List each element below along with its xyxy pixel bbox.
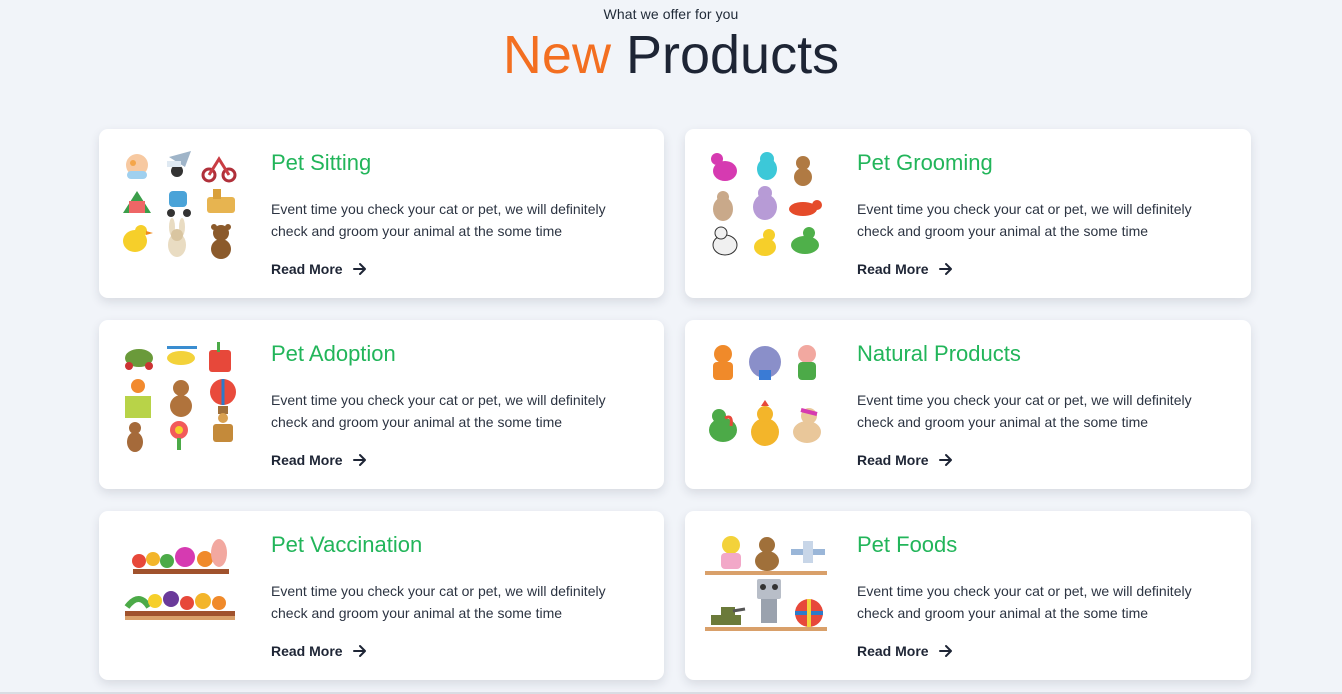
read-more-link[interactable]: Read More bbox=[271, 452, 367, 468]
read-more-label: Read More bbox=[857, 452, 929, 468]
read-more-link[interactable]: Read More bbox=[857, 452, 953, 468]
toy-grid-image bbox=[119, 149, 241, 265]
product-card-pet-sitting: Pet Sitting Event time you check your ca… bbox=[99, 129, 664, 298]
toy-grid-image bbox=[705, 149, 827, 265]
card-title: Natural Products bbox=[857, 341, 1021, 366]
read-more-link[interactable]: Read More bbox=[857, 643, 953, 659]
read-more-label: Read More bbox=[271, 452, 343, 468]
toy-shelf-image bbox=[705, 531, 827, 647]
toy-grid-image bbox=[705, 340, 827, 456]
read-more-label: Read More bbox=[857, 261, 929, 277]
card-description: Event time you check your cat or pet, we… bbox=[271, 392, 606, 430]
arrow-right-icon bbox=[352, 645, 366, 657]
section-title-accent: New bbox=[502, 25, 611, 85]
product-card-natural-products: Natural Products Event time you check yo… bbox=[685, 320, 1251, 489]
product-grid: Pet Sitting Event time you check your ca… bbox=[99, 129, 1251, 680]
section-title: New Products bbox=[0, 22, 1342, 88]
read-more-link[interactable]: Read More bbox=[271, 261, 367, 277]
card-description: Event time you check your cat or pet, we… bbox=[271, 201, 606, 239]
card-description: Event time you check your cat or pet, we… bbox=[857, 392, 1192, 430]
arrow-right-icon bbox=[938, 263, 952, 275]
toy-shelf-image bbox=[119, 531, 241, 647]
section-eyebrow: What we offer for you bbox=[603, 6, 739, 22]
product-card-pet-grooming: Pet Grooming Event time you check your c… bbox=[685, 129, 1251, 298]
card-title: Pet Sitting bbox=[271, 150, 372, 175]
product-card-pet-adoption: Pet Adoption Event time you check your c… bbox=[99, 320, 664, 489]
card-title: Pet Vaccination bbox=[271, 532, 423, 557]
arrow-right-icon bbox=[352, 454, 366, 466]
arrow-right-icon bbox=[938, 645, 952, 657]
read-more-label: Read More bbox=[271, 261, 343, 277]
section-title-rest: Products bbox=[625, 25, 840, 85]
read-more-label: Read More bbox=[271, 643, 343, 659]
read-more-label: Read More bbox=[857, 643, 929, 659]
arrow-right-icon bbox=[352, 263, 366, 275]
read-more-link[interactable]: Read More bbox=[857, 261, 953, 277]
toy-grid-image bbox=[119, 340, 241, 456]
card-title: Pet Adoption bbox=[271, 341, 396, 366]
card-description: Event time you check your cat or pet, we… bbox=[857, 583, 1192, 621]
card-title: Pet Foods bbox=[857, 532, 958, 557]
card-title: Pet Grooming bbox=[857, 150, 993, 175]
arrow-right-icon bbox=[938, 454, 952, 466]
read-more-link[interactable]: Read More bbox=[271, 643, 367, 659]
product-card-pet-foods: Pet Foods Event time you check your cat … bbox=[685, 511, 1251, 680]
card-description: Event time you check your cat or pet, we… bbox=[271, 583, 606, 621]
product-card-pet-vaccination: Pet Vaccination Event time you check you… bbox=[99, 511, 664, 680]
card-description: Event time you check your cat or pet, we… bbox=[857, 201, 1192, 239]
